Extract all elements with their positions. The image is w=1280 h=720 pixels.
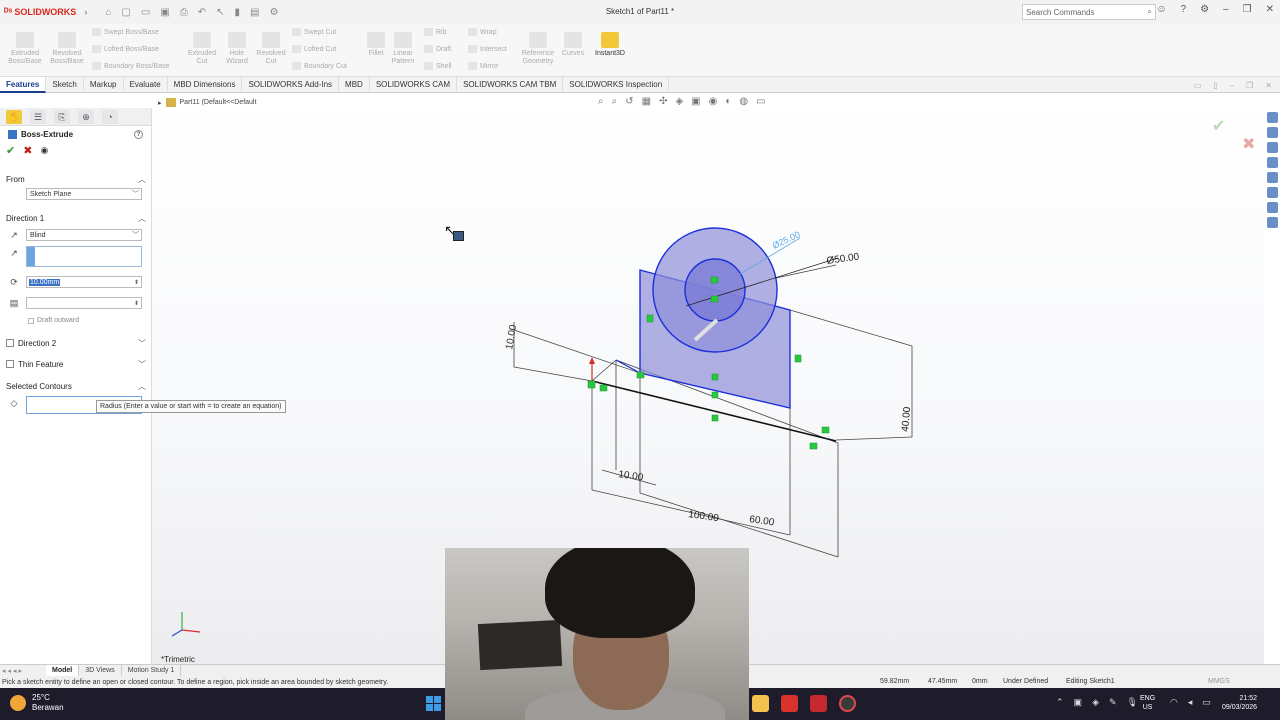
wall-frame bbox=[477, 619, 563, 671]
direction2-section-header[interactable]: Direction 2 ﹀ bbox=[0, 336, 152, 350]
dim-width-10[interactable]: 10.00 bbox=[618, 469, 645, 483]
status-units[interactable]: MMGS bbox=[1208, 678, 1230, 685]
wps-office-taskbar-icon[interactable] bbox=[781, 695, 798, 712]
status-message: Pick a sketch entity to define an open o… bbox=[2, 678, 389, 686]
view-orientation-label: *Trimetric bbox=[161, 655, 195, 664]
system-tray: ⌃ ▣ ◈ ✎ 🎙 bbox=[1056, 697, 1138, 708]
status-editing: Editing Sketch1 bbox=[1066, 678, 1115, 685]
cursor-badge-icon bbox=[453, 231, 464, 241]
feature-tree-tab-icon[interactable]: ☰ bbox=[30, 109, 46, 124]
depth-input[interactable]: 10.00mm ⬍ bbox=[26, 276, 142, 288]
spinner-icon[interactable]: ⬍ bbox=[134, 279, 139, 286]
status-z: 0mm bbox=[972, 678, 988, 685]
chevron-down-icon: ﹀ bbox=[132, 232, 139, 239]
tab-motion-study[interactable]: Motion Study 1 bbox=[122, 664, 182, 677]
spinner-icon[interactable]: ⬍ bbox=[134, 300, 139, 307]
thin-feature-checkbox[interactable] bbox=[6, 360, 14, 368]
tray-shield-icon[interactable]: ◈ bbox=[1092, 697, 1099, 708]
collapse-icon[interactable]: ︿ bbox=[138, 213, 146, 224]
dim-diameter-50[interactable]: Ø50.00 bbox=[826, 251, 860, 267]
from-select[interactable]: Sketch Plane ﹀ bbox=[26, 188, 142, 200]
tab-scroll-arrows[interactable]: ◂◂◂▸ bbox=[0, 667, 46, 675]
tab-model[interactable]: Model bbox=[46, 664, 80, 677]
feature-header: Boss-Extrude ? bbox=[0, 126, 151, 142]
status-definition: Under Defined bbox=[1003, 678, 1049, 685]
manager-tabs: ✋ ☰ ⎘ ⊕ ◔ bbox=[0, 108, 151, 126]
radius-tooltip: Radius (Enter a value or start with = to… bbox=[96, 400, 286, 413]
dim-width-100[interactable]: 100.00 bbox=[688, 509, 720, 524]
draft-outward-checkbox[interactable]: Draft outward bbox=[28, 317, 79, 324]
selected-contours-section-header[interactable]: Selected Contours ︿ bbox=[0, 379, 152, 393]
display-manager-tab-icon[interactable]: ◔ bbox=[102, 109, 118, 124]
direction2-checkbox[interactable] bbox=[6, 339, 14, 347]
direction-vector-field[interactable] bbox=[26, 246, 142, 267]
config-manager-tab-icon[interactable]: ⎘ bbox=[54, 109, 70, 124]
recorder-taskbar-icon[interactable] bbox=[839, 695, 856, 712]
weather-icon bbox=[10, 695, 26, 711]
depth-icon: ⟳ bbox=[10, 277, 18, 287]
status-y: 47.45mm bbox=[928, 678, 958, 685]
volume-icon[interactable]: ◂ bbox=[1188, 697, 1193, 708]
person-hair bbox=[545, 548, 695, 638]
collapse-icon[interactable]: ︿ bbox=[138, 381, 146, 392]
end-condition-select[interactable]: Blind ﹀ bbox=[26, 229, 142, 241]
expand-icon[interactable]: ﹀ bbox=[138, 338, 146, 349]
ok-button[interactable]: ✔ bbox=[6, 144, 15, 157]
preview-eye-icon[interactable]: ◉ bbox=[40, 145, 48, 156]
tray-app-icon[interactable]: ▣ bbox=[1074, 697, 1083, 708]
contour-icon: ◇ bbox=[10, 398, 18, 408]
temperature: 25°C bbox=[32, 693, 50, 702]
thin-feature-section-header[interactable]: Thin Feature ﹀ bbox=[0, 357, 152, 371]
collapse-icon[interactable]: ︿ bbox=[138, 174, 146, 185]
draft-toggle-icon[interactable]: ▤ bbox=[8, 297, 20, 309]
draft-angle-input[interactable]: ⬍ bbox=[26, 297, 142, 309]
ok-cancel-row: ✔ ✖ ◉ bbox=[0, 142, 151, 158]
cancel-button[interactable]: ✖ bbox=[23, 144, 32, 157]
tab-3d-views[interactable]: 3D Views bbox=[79, 664, 122, 677]
boss-extrude-icon bbox=[8, 129, 17, 139]
weather-widget[interactable]: 25°C Berawan bbox=[10, 693, 64, 713]
reverse-direction-icon[interactable]: ↗ bbox=[8, 229, 20, 241]
expand-icon[interactable]: ﹀ bbox=[138, 359, 146, 370]
webcam-overlay bbox=[445, 548, 749, 720]
microphone-icon[interactable]: 🎙 bbox=[1127, 697, 1138, 708]
start-button-icon[interactable] bbox=[426, 696, 441, 711]
weather-condition: Berawan bbox=[32, 703, 64, 712]
file-explorer-taskbar-icon[interactable] bbox=[752, 695, 769, 712]
front-edge[interactable] bbox=[615, 359, 641, 374]
direction-vector-icon: ↗ bbox=[10, 248, 18, 258]
reference-triad bbox=[171, 612, 201, 637]
network-volume-tray: ◠ ◂ ▭ bbox=[1170, 697, 1211, 708]
wifi-icon[interactable]: ◠ bbox=[1170, 697, 1178, 708]
dim-height-40[interactable]: 40.00 bbox=[900, 406, 913, 432]
status-x: 59.82mm bbox=[880, 678, 910, 685]
battery-icon[interactable]: ▭ bbox=[1202, 697, 1211, 708]
solidworks-taskbar-icon[interactable] bbox=[810, 695, 827, 712]
direction1-section-header[interactable]: Direction 1 ︿ bbox=[0, 211, 152, 225]
dim-diameter-25[interactable]: Ø25.00 bbox=[771, 229, 802, 251]
from-section-header[interactable]: From ︿ bbox=[0, 172, 152, 186]
taskbar-apps bbox=[752, 695, 856, 712]
help-icon[interactable]: ? bbox=[134, 129, 143, 139]
dimxpert-tab-icon[interactable]: ⊕ bbox=[78, 109, 94, 124]
y-axis-arrow-icon bbox=[589, 357, 595, 364]
tray-overflow-icon[interactable]: ⌃ bbox=[1056, 697, 1064, 708]
tray-edit-icon[interactable]: ✎ bbox=[1109, 697, 1117, 708]
chevron-down-icon: ﹀ bbox=[132, 191, 139, 198]
feature-title: Boss-Extrude bbox=[21, 129, 74, 139]
property-manager-tab-icon[interactable]: ✋ bbox=[6, 109, 22, 124]
clock[interactable]: 21:52 09/03/2026 bbox=[1222, 694, 1257, 712]
dim-height-10[interactable]: 10.00 bbox=[504, 324, 519, 351]
language-indicator[interactable]: ENG US bbox=[1140, 694, 1155, 712]
